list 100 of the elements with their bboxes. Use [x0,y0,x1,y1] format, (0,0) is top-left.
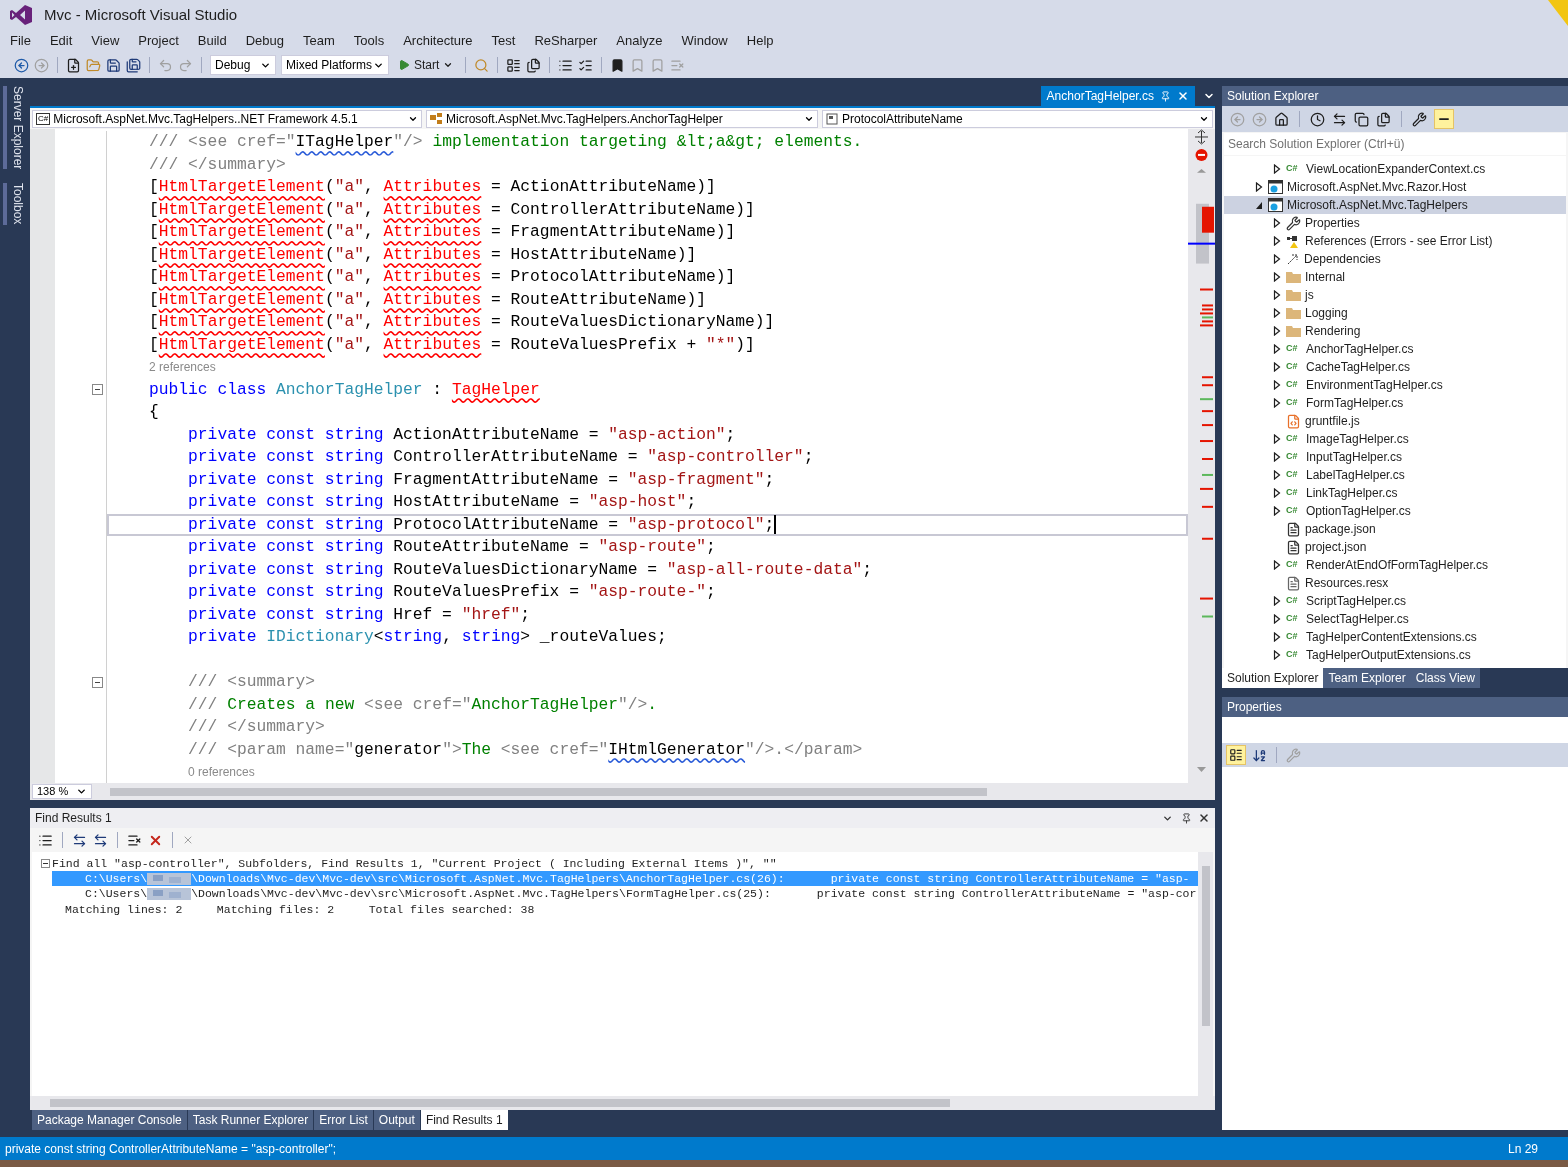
tree-item[interactable]: C# ViewLocationExpanderContext.cs [1224,160,1566,178]
save-icon[interactable] [106,57,121,73]
tree-item[interactable]: C# TagHelperOutputExtensions.cs [1224,646,1566,664]
menu-item[interactable]: Tools [353,31,385,51]
tree-item[interactable]: project.json [1224,538,1566,556]
collapsed-arrow-icon[interactable] [1273,236,1281,246]
tree-item[interactable]: gruntfile.js [1224,412,1566,430]
configuration-dropdown[interactable]: Debug [210,55,276,75]
member-dropdown[interactable]: ProtocolAttributeName [822,109,1213,128]
zoom-dropdown[interactable]: 138 % [32,784,92,799]
sort-alphabetical-icon[interactable] [1252,747,1267,763]
menu-item[interactable]: Edit [49,31,73,51]
document-tab[interactable]: AnchorTagHelper.cs [1040,86,1195,106]
menu-item[interactable]: Window [681,31,728,51]
tree-item[interactable]: C# ScriptTagHelper.cs [1224,592,1566,610]
bookmark-icon[interactable] [610,57,626,73]
collapsed-arrow-icon[interactable] [1273,596,1281,606]
tool-window-tab[interactable]: Task Runner Explorer [187,1110,314,1130]
tree-item[interactable]: Rendering [1224,322,1566,340]
tree-item[interactable]: Logging [1224,304,1566,322]
collapsed-arrow-icon[interactable] [1273,614,1281,624]
new-project-icon[interactable] [66,57,81,73]
type-dropdown[interactable]: Microsoft.AspNet.Mvc.TagHelpers.AnchorTagHelper [426,109,818,128]
tree-item[interactable]: C# SelectTagHelper.cs [1224,610,1566,628]
tool-window-tab[interactable]: Output [373,1110,420,1130]
start-button[interactable]: Start [394,55,458,75]
collapsed-arrow-icon[interactable] [1273,254,1281,264]
previous-result-icon[interactable] [72,832,87,848]
tree-item[interactable]: Internal [1224,268,1566,286]
collapsed-arrow-icon[interactable] [1255,182,1263,192]
show-all-files-icon[interactable] [1376,111,1391,127]
menu-item[interactable]: Help [746,31,774,51]
panel-tab[interactable]: Class View [1410,668,1480,688]
tool-window-tab[interactable]: Package Manager Console [32,1110,187,1130]
menu-item[interactable]: View [91,31,120,51]
collapsed-arrow-icon[interactable] [1273,362,1281,372]
tree-item[interactable]: Dependencies [1224,250,1566,268]
collapse-icon[interactable] [92,384,103,396]
collapsed-arrow-icon[interactable] [1273,398,1281,408]
tree-item[interactable]: C# LinkTagHelper.cs [1224,484,1566,502]
tree-item[interactable]: C# EnvironmentTagHelper.cs [1224,376,1566,394]
tree-item[interactable]: References (Errors - see Error List) [1224,232,1566,250]
project-dropdown[interactable]: C# Microsoft.AspNet.Mvc.TagHelpers..NET Framework 4.5.1 [32,109,422,128]
tree-item[interactable]: C# InputTagHelper.cs [1224,448,1566,466]
tree-item[interactable]: C# AnchorTagHelper.cs [1224,340,1566,358]
pin-icon[interactable] [1181,812,1192,824]
collapsed-arrow-icon[interactable] [1273,344,1281,354]
tree-item[interactable]: Properties [1224,214,1566,232]
close-icon[interactable] [1198,812,1210,824]
collapse-all-icon[interactable] [1354,111,1369,127]
tree-item[interactable]: package.json [1224,520,1566,538]
search-field[interactable]: Search Solution Explorer (Ctrl+ü) [1224,133,1566,155]
tree-item[interactable]: C# CacheTagHelper.cs [1224,358,1566,376]
collapsed-arrow-icon[interactable] [1273,488,1281,498]
menu-item[interactable]: ReSharper [534,31,598,51]
collapsed-arrow-icon[interactable] [1273,560,1281,570]
tree-item[interactable]: C# FormTagHelper.cs [1224,394,1566,412]
menu-item[interactable]: Build [197,31,227,51]
platform-dropdown[interactable]: Mixed Platforms [281,55,389,75]
next-result-icon[interactable] [93,832,108,848]
collapsed-arrow-icon[interactable] [1273,452,1281,462]
collapsed-arrow-icon[interactable] [1273,470,1281,480]
tool-window-tab[interactable]: Error List [314,1110,373,1130]
menu-item[interactable]: File [10,31,31,51]
collapse-icon[interactable] [41,859,50,868]
collapsed-arrow-icon[interactable] [1273,272,1281,282]
home-icon[interactable] [1274,111,1289,127]
comment-icon[interactable] [558,57,574,73]
scroll-map-drawing[interactable] [1188,129,1215,783]
pin-icon[interactable] [1160,90,1171,102]
tree-item[interactable]: Resources.resx [1224,574,1566,592]
sync-icon[interactable] [1332,111,1347,127]
tree-item[interactable]: Microsoft.AspNet.Mvc.TagHelpers [1224,196,1566,214]
properties-icon[interactable] [1412,111,1427,127]
collapsed-arrow-icon[interactable] [1273,308,1281,318]
collapse-icon[interactable] [92,676,103,688]
collapsed-arrow-icon[interactable] [1273,380,1281,390]
vertical-scrollbar[interactable] [1198,852,1213,1096]
collapsed-arrow-icon[interactable] [1273,326,1281,336]
menu-item[interactable]: Architecture [403,31,473,51]
find-result-row[interactable]: C:\Users\ \Downloads\Mvc-dev\Mvc-dev\src\Microsoft.AspNet.Mvc.TagHelpers\FormTagHelper.cs(25): private const string ControllerAttributeName = "asp-cor [52,886,1198,901]
panel-tab[interactable]: Solution Explorer [1222,668,1324,688]
categorized-toggle[interactable] [1226,745,1246,765]
layout-icon[interactable] [506,57,522,73]
collapsed-arrow-icon[interactable] [1273,434,1281,444]
tree-item[interactable]: C# RenderAtEndOfFormTagHelper.cs [1224,556,1566,574]
collapsed-arrow-icon[interactable] [1273,506,1281,516]
collapsed-arrow-icon[interactable] [1273,650,1281,660]
collapsed-arrow-icon[interactable] [1273,632,1281,642]
tree-item[interactable]: C# ImageTagHelper.cs [1224,430,1566,448]
files-icon[interactable] [526,57,542,73]
uncomment-icon[interactable] [578,57,594,73]
collapsed-arrow-icon[interactable] [1273,290,1281,300]
menu-item[interactable]: Test [491,31,516,51]
save-all-icon[interactable] [126,57,141,73]
panel-tab[interactable]: Team Explorer [1323,668,1411,688]
tree-item[interactable]: js [1224,286,1566,304]
menu-item[interactable]: Project [138,31,179,51]
menu-item[interactable]: Analyze [616,31,663,51]
tree-item[interactable]: C# OptionTagHelper.cs [1224,502,1566,520]
